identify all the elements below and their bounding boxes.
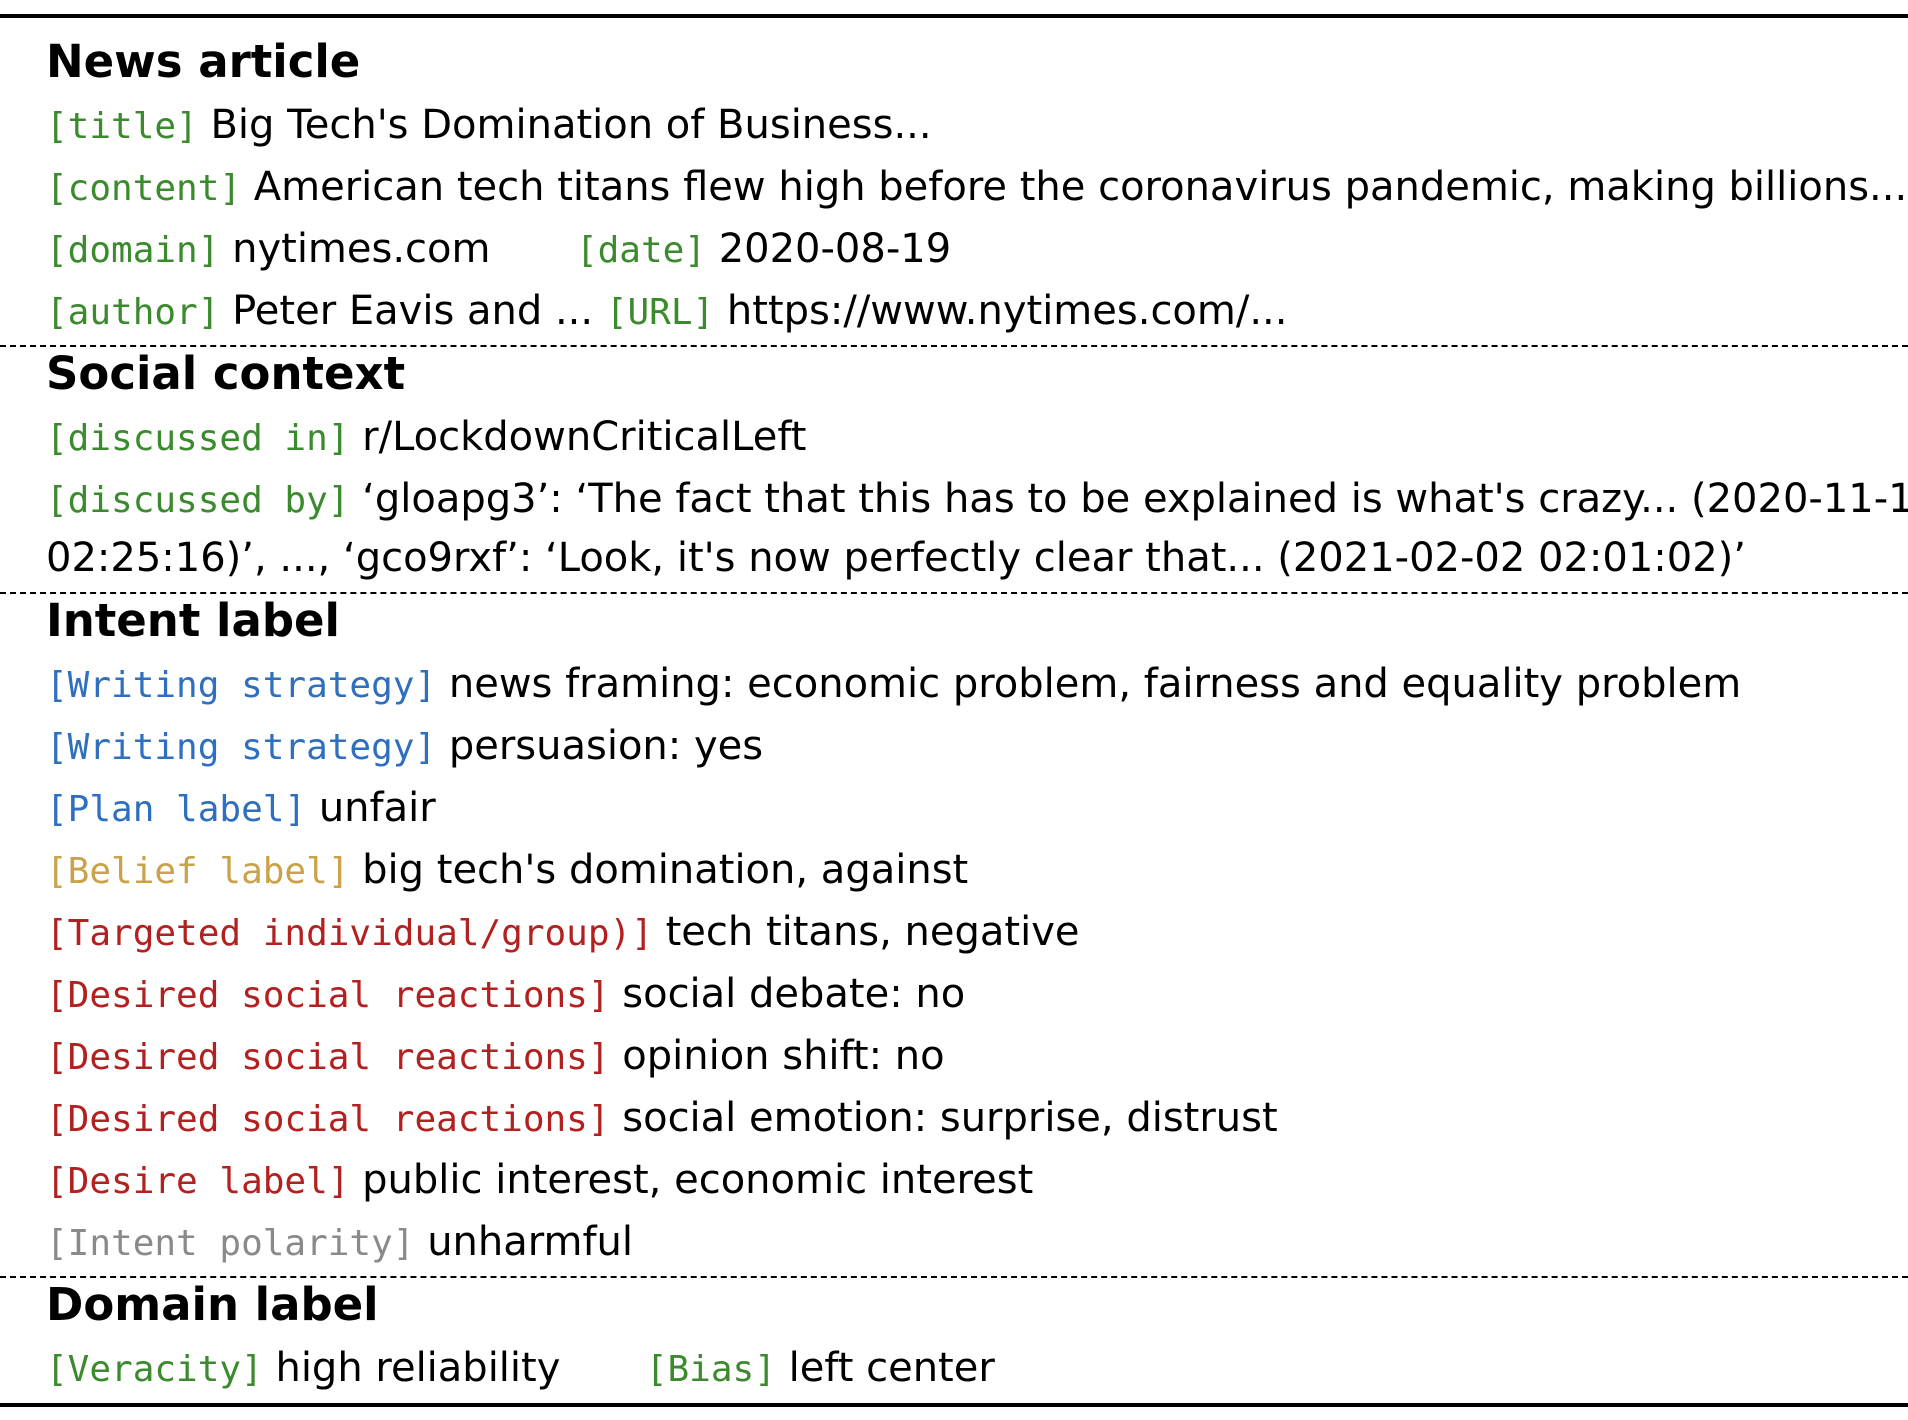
intent-row: [Targeted individual/group)] tech titans… [46, 904, 1080, 962]
discussed-by-value-line2: 02:25:16)’, ..., ‘gco9rxf’: ‘Look, it's … [46, 535, 1746, 581]
intent-tag: [Targeted individual/group)] [46, 913, 653, 954]
domain-tag: [domain] [46, 230, 220, 271]
intent-tag: [Desired social reactions] [46, 1099, 610, 1140]
veracity-bias-row: [Veracity] high reliability [Bias] left … [46, 1340, 995, 1398]
discussed-by-continuation: 02:25:16)’, ..., ‘gco9rxf’: ‘Look, it's … [46, 530, 1746, 586]
date-tag: [date] [575, 230, 706, 271]
content-tag: [content] [46, 168, 242, 209]
intent-tag: [Desired social reactions] [46, 1037, 610, 1078]
intent-row: [Desire label] public interest, economic… [46, 1152, 1033, 1210]
domain-label-heading: Domain label [46, 1278, 379, 1331]
intent-row: [Desired social reactions] social debate… [46, 966, 965, 1024]
intent-value: unfair [318, 785, 436, 831]
intent-row: [Desired social reactions] opinion shift… [46, 1028, 945, 1086]
intent-row: [Intent polarity] unharmful [46, 1214, 633, 1272]
url-tag: [URL] [605, 292, 715, 333]
top-rule [0, 14, 1908, 18]
discussed-in-value: r/LockdownCriticalLeft [362, 414, 807, 460]
news-article-heading: News article [46, 35, 361, 88]
content-row: [content] American tech titans flew high… [46, 159, 1907, 217]
url-value: https://www.nytimes.com/... [726, 288, 1288, 334]
social-context-heading: Social context [46, 347, 406, 400]
intent-tag: [Belief label] [46, 851, 350, 892]
title-row: [title] Big Tech's Domination of Busines… [46, 97, 932, 155]
veracity-value: high reliability [275, 1345, 561, 1391]
discussed-by-row: [discussed by] ‘gloapg3’: ‘The fact that… [46, 471, 1908, 529]
intent-label-heading: Intent label [46, 594, 340, 647]
intent-tag: [Intent polarity] [46, 1223, 415, 1264]
domain-value: nytimes.com [232, 226, 491, 272]
intent-row: [Plan label] unfair [46, 780, 436, 838]
discussed-in-row: [discussed in] r/LockdownCriticalLeft [46, 409, 806, 467]
intent-value: social emotion: surprise, distrust [622, 1095, 1278, 1141]
discussed-in-tag: [discussed in] [46, 418, 350, 459]
intent-tag: [Writing strategy] [46, 727, 437, 768]
domain-date-row: [domain] nytimes.com [date] 2020-08-19 [46, 221, 951, 279]
author-tag: [author] [46, 292, 220, 333]
intent-value: tech titans, negative [665, 909, 1080, 955]
bottom-rule [0, 1403, 1908, 1407]
intent-tag: [Desired social reactions] [46, 975, 610, 1016]
intent-value: big tech's domination, against [362, 847, 969, 893]
intent-value: persuasion: yes [448, 723, 764, 769]
intent-tag: [Plan label] [46, 789, 307, 830]
intent-row: [Belief label] big tech's domination, ag… [46, 842, 968, 900]
intent-tag: [Writing strategy] [46, 665, 437, 706]
intent-value: opinion shift: no [622, 1033, 945, 1079]
intent-value: public interest, economic interest [362, 1157, 1034, 1203]
author-value: Peter Eavis and ... [232, 288, 594, 334]
content-value: American tech titans flew high before th… [253, 164, 1908, 210]
title-tag: [title] [46, 106, 198, 147]
table-figure: News article [title] Big Tech's Dominati… [0, 0, 1908, 1420]
discussed-by-tag: [discussed by] [46, 480, 350, 521]
date-value: 2020-08-19 [718, 226, 952, 272]
discussed-by-value-line1: ‘gloapg3’: ‘The fact that this has to be… [362, 476, 1908, 522]
veracity-tag: [Veracity] [46, 1349, 263, 1390]
intent-row: [Writing strategy] news framing: economi… [46, 656, 1741, 714]
intent-value: news framing: economic problem, fairness… [448, 661, 1742, 707]
intent-row: [Writing strategy] persuasion: yes [46, 718, 763, 776]
bias-tag: [Bias] [645, 1349, 776, 1390]
intent-value: unharmful [427, 1219, 634, 1265]
intent-value: social debate: no [622, 971, 966, 1017]
intent-tag: [Desire label] [46, 1161, 350, 1202]
author-url-row: [author] Peter Eavis and ... [URL] https… [46, 283, 1288, 341]
bias-value: left center [788, 1345, 995, 1391]
intent-row: [Desired social reactions] social emotio… [46, 1090, 1278, 1148]
title-value: Big Tech's Domination of Business... [210, 102, 932, 148]
